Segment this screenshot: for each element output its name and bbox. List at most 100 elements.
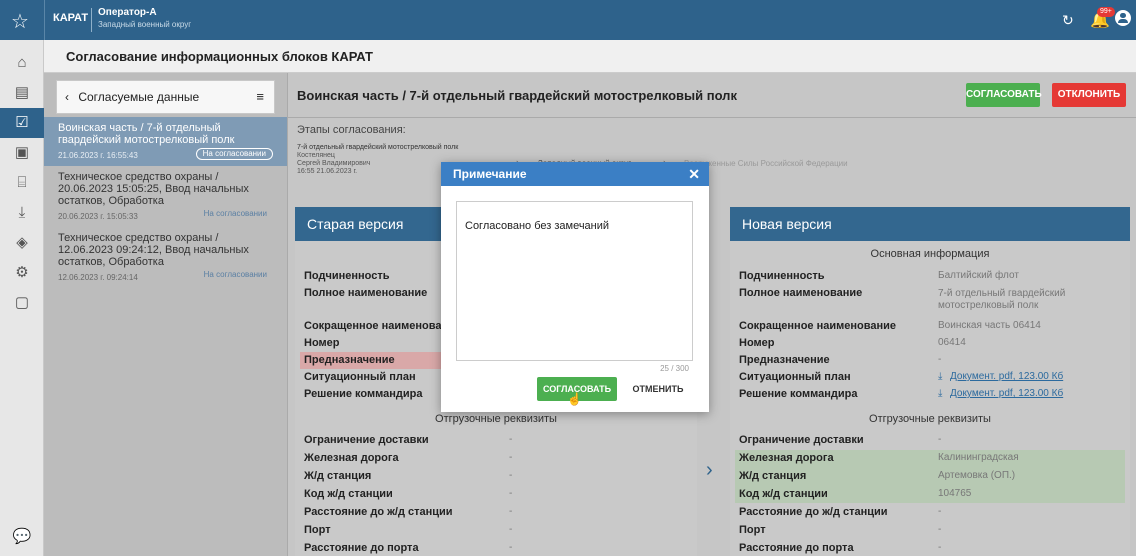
new-field-label: Номер — [739, 337, 775, 349]
star-icon[interactable]: ☆ — [11, 9, 29, 34]
new-field-label: Сокращенное наименование — [739, 320, 896, 332]
list-header: ‹ Согласуемые данные ≡ — [56, 80, 275, 114]
old-field-label: Ситуационный план — [304, 371, 416, 383]
situation-plan-link[interactable]: Документ. pdf, 123.00 Кб — [950, 368, 1063, 386]
list-item-title: Техническое средство охраны / 12.06.2023… — [58, 232, 249, 268]
old-field-label: Ограничение доставки — [304, 434, 429, 446]
list-item-title: Техническое средство охраны / 20.06.2023… — [58, 171, 249, 207]
list-item-date: 21.06.2023 г. 16:55:43 — [58, 151, 138, 160]
new-field-label: Полное наименование — [739, 287, 863, 299]
account-icon[interactable] — [1115, 10, 1131, 26]
new-field-value: Балтийский флот — [938, 270, 1019, 281]
new-section-title: Основная информация — [870, 248, 990, 260]
list-item[interactable]: Техническое средство охраны / 12.06.2023… — [44, 227, 287, 288]
download-icon: ⤓ — [938, 388, 943, 399]
old-field-value: - — [509, 488, 513, 499]
new-field-value: 104765 — [938, 488, 972, 499]
shield-icon[interactable]: ◈ — [0, 228, 44, 258]
old-field-value: - — [509, 452, 513, 463]
new-field-value: - — [938, 542, 942, 553]
new-field-label: Ж/д станция — [739, 470, 807, 482]
approve-button[interactable]: СОГЛАСОВАТЬ — [966, 83, 1042, 107]
stage-1: 7-й отдельный гвардейский мотострелковый… — [297, 144, 458, 176]
new-field-label: Железная дорога — [739, 452, 834, 464]
new-field-value: - — [938, 524, 942, 535]
cursor-icon: ☝ — [567, 392, 582, 406]
status-badge: На согласовании — [195, 148, 273, 160]
main-panel: Воинская часть / 7-й отдельный гвардейск… — [288, 73, 1136, 556]
old-field-label: Порт — [304, 524, 331, 536]
old-field-label: Решение коммандира — [304, 388, 423, 400]
old-field-label: Железная дорога — [304, 452, 399, 464]
refresh-icon[interactable]: ↻ — [1062, 12, 1074, 29]
new-field-label: Решение коммандира — [739, 388, 858, 400]
note-text: Согласовано без замечаний — [465, 220, 610, 232]
old-field-value: - — [509, 470, 513, 481]
list-item-title: Воинская часть / 7-й отдельный гвардейск… — [58, 122, 235, 146]
filter-icon[interactable]: ≡ — [256, 81, 264, 113]
new-field-label: Код ж/д станции — [739, 488, 828, 500]
top-bar: ☆ КАРАТ Оператор-А Западный военный окру… — [0, 0, 1136, 40]
list-item[interactable]: Воинская часть / 7-й отдельный гвардейск… — [44, 117, 287, 166]
back-icon[interactable]: ‹ — [65, 90, 69, 104]
nav-rail: ⌂ ▤ ☑ ▣ ⌸ ⤓ ◈ ⚙ ▢ 💬 — [0, 40, 44, 556]
new-field-label: Расстояние до порта — [739, 542, 854, 554]
new-field-value: - — [938, 506, 942, 517]
reject-button[interactable]: ОТКЛОНИТЬ — [1052, 83, 1126, 107]
user-district: Западный военный округ — [98, 20, 192, 29]
new-field-value: 06414 — [938, 337, 966, 348]
old-field-value: - — [509, 506, 513, 517]
approval-icon[interactable]: ☑ — [0, 108, 44, 138]
clipboard-icon[interactable]: ▢ — [0, 288, 44, 318]
new-field-label: Подчиненность — [739, 270, 825, 282]
old-field-label: Подчиненность — [304, 270, 390, 282]
char-counter: 25 / 300 — [660, 364, 689, 373]
home-icon[interactable]: ⌂ — [0, 48, 44, 78]
close-icon[interactable]: ✕ — [688, 162, 700, 186]
list-header-label: Согласуемые данные — [78, 90, 200, 104]
status-badge: На согласовании — [203, 209, 267, 218]
new-field-label: Порт — [739, 524, 766, 536]
old-section-title: Отгрузочные реквизиты — [435, 413, 557, 425]
building-icon[interactable]: ⌸ — [0, 168, 44, 198]
stage-1-name: 7-й отдельный гвардейский мотострелковый… — [297, 144, 459, 151]
new-field-value: Воинская часть 06414 — [938, 320, 1041, 331]
new-field-value: - — [938, 434, 942, 445]
new-field-value: Артемовка (ОП.) — [938, 470, 1016, 481]
old-field-label: Номер — [304, 337, 340, 349]
document-icon[interactable]: ▤ — [0, 78, 44, 108]
chevron-right-icon[interactable]: › — [706, 459, 713, 482]
download-icon: ⤓ — [938, 371, 943, 382]
list-item-date: 20.06.2023 г. 15:05:33 — [58, 212, 138, 221]
download-icon[interactable]: ⤓ — [0, 198, 44, 228]
dialog-cancel-button[interactable]: ОТМЕНИТЬ — [629, 377, 687, 401]
note-textarea[interactable]: Согласовано без замечаний — [456, 201, 693, 361]
old-field-label: Расстояние до ж/д станции — [304, 506, 453, 518]
old-field-value: - — [509, 434, 513, 445]
commander-decision-link[interactable]: Документ. pdf, 123.00 Кб — [950, 385, 1063, 403]
old-field-label: Сокращенное наименование — [304, 320, 461, 332]
old-field-label: Код ж/д станции — [304, 488, 393, 500]
new-version-panel: Новая версия Основная информация Подчине… — [730, 207, 1130, 556]
new-field-value: 7-й отдельный гвардейский мотострелковый… — [938, 288, 1066, 311]
settings-doc-icon[interactable]: ⚙ — [0, 258, 44, 288]
dialog-header: Примечание ✕ — [441, 162, 709, 186]
old-field-label: Полное наименование — [304, 287, 428, 299]
old-field-label: Предназначение — [304, 354, 395, 366]
list-item[interactable]: Техническое средство охраны / 20.06.2023… — [44, 166, 287, 227]
record-title: Воинская часть / 7-й отдельный гвардейск… — [297, 88, 737, 103]
stage-1-person2: Сергей Владимирович — [297, 160, 371, 167]
new-version-title: Новая версия — [730, 207, 1130, 241]
old-field-value: - — [509, 524, 513, 535]
app-title: КАРАТ — [53, 12, 89, 24]
archive-icon[interactable]: ▣ — [0, 138, 44, 168]
chat-icon[interactable]: 💬 — [0, 522, 44, 552]
stage-1-date: 16:55 21.06.2023 г. — [297, 168, 358, 175]
page-title: Согласование информационных блоков КАРАТ — [44, 40, 1136, 73]
note-dialog: Примечание ✕ Согласовано без замечаний 2… — [441, 162, 709, 412]
approval-list-panel: ‹ Согласуемые данные ≡ Воинская часть / … — [44, 73, 288, 556]
dialog-title: Примечание — [453, 167, 527, 181]
new-field-label: Предназначение — [739, 354, 830, 366]
new-section-title: Отгрузочные реквизиты — [869, 413, 991, 425]
new-field-value: Калининградская — [938, 452, 1019, 463]
